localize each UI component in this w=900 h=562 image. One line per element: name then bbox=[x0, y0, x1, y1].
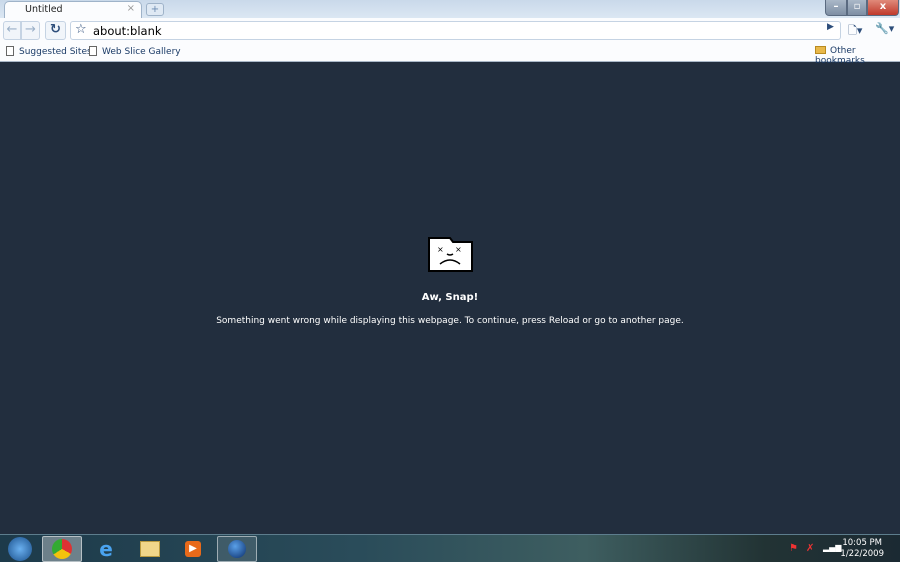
power-icon[interactable]: ✗ bbox=[806, 543, 814, 554]
taskbar-internet-explorer[interactable]: e bbox=[86, 536, 126, 562]
media-player-icon: ▶ bbox=[185, 541, 201, 557]
star-icon[interactable]: ☆ bbox=[75, 22, 87, 37]
folder-icon bbox=[140, 541, 160, 557]
windows-logo-icon bbox=[8, 537, 32, 561]
maximize-button[interactable]: ▫ bbox=[847, 0, 867, 16]
bookmark-suggested-sites[interactable]: Suggested Sites bbox=[6, 46, 92, 57]
error-title: Aw, Snap! bbox=[421, 292, 479, 303]
tab-close-icon[interactable]: × bbox=[127, 3, 135, 14]
sad-folder-icon: × × bbox=[428, 237, 473, 272]
action-center-flag-icon[interactable]: ⚑ bbox=[789, 543, 798, 554]
forward-button[interactable]: → bbox=[21, 21, 40, 40]
svg-text:×: × bbox=[437, 245, 444, 254]
bookmark-web-slice-gallery[interactable]: Web Slice Gallery bbox=[89, 46, 181, 57]
arrow-right-icon: → bbox=[25, 22, 36, 37]
page-menu-icon[interactable]: 🗋▾ bbox=[848, 22, 862, 41]
bookmark-label: Web Slice Gallery bbox=[102, 47, 181, 57]
address-text[interactable]: about:blank bbox=[93, 24, 162, 38]
taskbar-chrome[interactable] bbox=[42, 536, 82, 562]
arrow-left-icon: ← bbox=[6, 22, 18, 37]
taskbar-windows-explorer[interactable] bbox=[130, 536, 170, 562]
clock[interactable]: 10:05 PM 1/22/2009 bbox=[840, 538, 884, 560]
new-tab-button[interactable]: + bbox=[146, 3, 164, 16]
tab-untitled[interactable]: Untitled × bbox=[4, 1, 142, 19]
close-window-button[interactable]: x bbox=[867, 0, 899, 16]
back-button[interactable]: ← bbox=[3, 21, 21, 40]
globe-icon bbox=[228, 540, 246, 558]
signal-icon[interactable]: ▂▄▆ bbox=[823, 543, 841, 552]
page-icon bbox=[6, 46, 14, 56]
svg-text:×: × bbox=[455, 245, 462, 254]
page-icon bbox=[89, 46, 97, 56]
reload-button[interactable]: ↻ bbox=[45, 21, 66, 40]
taskbar-media-player[interactable]: ▶ bbox=[173, 536, 213, 562]
chrome-icon bbox=[52, 539, 72, 559]
error-message: Something went wrong while displaying th… bbox=[216, 316, 684, 326]
address-bar[interactable]: ☆ about:blank bbox=[70, 21, 841, 40]
go-button-icon[interactable]: ▶ bbox=[827, 22, 834, 32]
bookmark-label: Suggested Sites bbox=[19, 47, 92, 57]
tab-title: Untitled bbox=[25, 4, 63, 15]
reload-icon: ↻ bbox=[50, 22, 61, 37]
start-button[interactable] bbox=[0, 536, 40, 562]
clock-time: 10:05 PM bbox=[842, 538, 883, 548]
folder-icon bbox=[815, 46, 826, 54]
taskbar: e ▶ ⚑ ✗ ▂▄▆ 10:05 PM 1/22/2009 bbox=[0, 534, 900, 562]
minimize-button[interactable]: – bbox=[825, 0, 847, 16]
page-content: × × Aw, Snap! Something went wrong while … bbox=[0, 63, 900, 534]
bookmarks-bar: Suggested Sites Web Slice Gallery Other … bbox=[0, 43, 900, 66]
title-bar: Untitled × + – ▫ x bbox=[0, 0, 900, 19]
taskbar-globe-app[interactable] bbox=[217, 536, 257, 562]
clock-date: 1/22/2009 bbox=[840, 549, 884, 559]
internet-explorer-icon: e bbox=[99, 537, 113, 561]
wrench-menu-icon[interactable]: 🔧▾ bbox=[875, 22, 894, 35]
toolbar: ← → ↻ ☆ about:blank ▶ 🗋▾ 🔧▾ bbox=[0, 18, 900, 43]
